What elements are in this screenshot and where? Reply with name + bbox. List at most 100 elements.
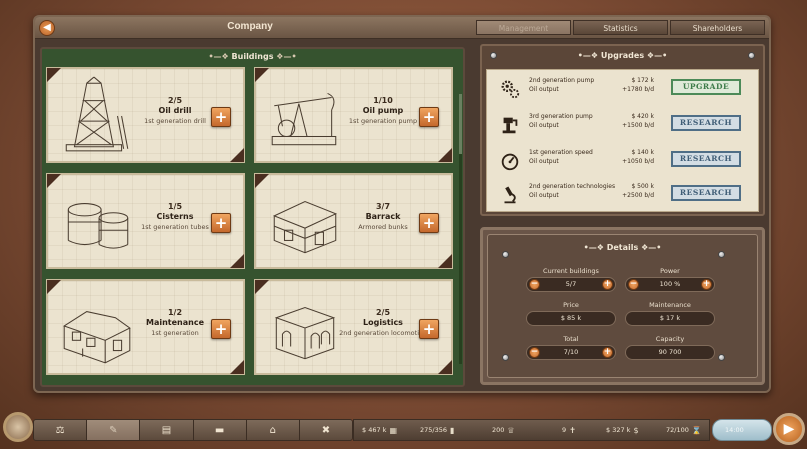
power-stepper: − 100 % + <box>625 277 715 292</box>
building-card-logistics[interactable]: 2/5 Logistics 2nd generation locomotive … <box>254 279 453 375</box>
building-card-maintenance[interactable]: 1/2 Maintenance 1st generation + <box>46 279 245 375</box>
back-button[interactable]: ◀ <box>39 20 55 36</box>
power-minus-button[interactable]: − <box>628 279 639 290</box>
research-button[interactable]: RESEARCH <box>671 185 741 201</box>
card-info: 1/2 Maintenance 1st generation <box>130 308 220 337</box>
total-value: 7/10 <box>563 348 579 356</box>
nav-bank[interactable]: ⌂ <box>247 420 300 440</box>
add-barrack-button[interactable]: + <box>419 213 439 233</box>
map-icon: ⚖ <box>55 424 65 436</box>
tab-management[interactable]: Management <box>476 20 571 35</box>
rivet-icon <box>502 354 509 361</box>
resource-bar: $ 467 k ▦ 275/356 ▮ 200 ♕ 9 ✝ $ 327 k $ … <box>353 419 710 441</box>
barrack-icon <box>272 200 338 254</box>
total-stepper: − 7/10 + <box>526 345 616 360</box>
barrels-stat: 275/356 ▮ <box>420 426 454 435</box>
power-label: Power <box>660 267 680 275</box>
card-subtitle: 1st generation drill <box>144 117 206 125</box>
maintenance-value: $ 17 k <box>659 314 681 322</box>
tab-statistics[interactable]: Statistics <box>573 20 668 35</box>
upgrade-cost: $ 500 k <box>631 183 654 190</box>
building-card-oil-drill[interactable]: 2/5 Oil drill 1st generation drill + <box>46 67 245 163</box>
upgrades-list: 2nd generation pump $ 172 k Oil output +17… <box>486 69 759 212</box>
buildings-title: Buildings <box>231 52 274 61</box>
ornament-right-icon: ❖—• <box>641 243 662 252</box>
upgrade-name: 2nd generation technologies <box>529 183 616 190</box>
details-panel: •—❖ Details ❖—• Current buildings − 5/7 … <box>480 227 765 385</box>
research-button[interactable]: RESEARCH <box>671 151 741 167</box>
total-minus-button[interactable]: − <box>529 347 540 358</box>
tab-shareholders[interactable]: Shareholders <box>670 20 765 35</box>
next-turn-button[interactable]: ▶ <box>773 413 805 445</box>
ornament-left-icon: •—❖ <box>577 51 601 60</box>
current-buildings-plus-button[interactable]: + <box>602 279 613 290</box>
upgrades-panel: •—❖ Upgrades ❖—• 2nd generation pump $ 17… <box>480 44 765 216</box>
card-name: Maintenance <box>145 318 204 327</box>
upgrade-text: 2nd generation technologies $ 500 k Oil o… <box>529 182 654 200</box>
capacity-value: 90 700 <box>658 348 682 356</box>
microscope-icon <box>504 186 516 204</box>
add-maintenance-button[interactable]: + <box>211 319 231 339</box>
nav-train[interactable]: ▬ <box>194 420 247 440</box>
buildings-scrollbar[interactable] <box>459 94 462 364</box>
research-button[interactable]: RESEARCH <box>671 115 741 131</box>
barrels-value: 275/356 <box>420 426 448 434</box>
gears-icon <box>501 80 520 99</box>
avatar[interactable] <box>3 412 33 442</box>
ornament-right-icon: ❖—• <box>276 52 297 61</box>
details-header: •—❖ Details ❖—• <box>488 243 757 252</box>
barrel-icon: ▮ <box>450 425 455 435</box>
building-card-cisterns[interactable]: 1/5 Cisterns 1st generation tubes + <box>46 173 245 269</box>
upgrade-text: 2nd generation pump $ 172 k Oil output +17… <box>529 76 654 94</box>
income-stat: $ 327 k $ <box>606 426 639 435</box>
building-card-oil-pump[interactable]: 1/10 Oil pump 1st generation pump + <box>254 67 453 163</box>
upgrade-button[interactable]: UPGRADE <box>671 79 741 95</box>
nav-map[interactable]: ⚖ <box>34 420 88 440</box>
total-label: Total <box>563 335 579 343</box>
building-card-barrack[interactable]: 3/7 Barrack Armored bunks + <box>254 173 453 269</box>
card-name: Oil pump <box>362 106 404 115</box>
capacity-label: Capacity <box>655 335 685 343</box>
bank-icon: ⌂ <box>269 424 276 436</box>
money-stat: $ 467 k ▦ <box>362 426 397 435</box>
rivet-icon <box>502 251 509 258</box>
card-subtitle: 1st generation pump <box>348 117 418 125</box>
ornament-right-icon: ❖—• <box>646 51 668 60</box>
card-count: 1/5 <box>167 202 183 211</box>
rivet-icon <box>748 52 755 59</box>
upgrade-name: 2nd generation pump <box>529 77 595 84</box>
scrollbar-thumb[interactable] <box>459 94 462 154</box>
card-name: Barrack <box>365 212 401 221</box>
add-oil-drill-button[interactable]: + <box>211 107 231 127</box>
card-corner-icon <box>438 360 452 374</box>
prestige-stat: 200 ♕ <box>492 426 515 435</box>
workers-stat: 9 ✝ <box>562 426 576 435</box>
add-oil-pump-button[interactable]: + <box>419 107 439 127</box>
nav-notes[interactable]: ✎ <box>87 420 141 440</box>
nav-tools[interactable]: ✖ <box>300 420 352 440</box>
current-buildings-stepper: − 5/7 + <box>526 277 616 292</box>
current-buildings-minus-button[interactable]: − <box>529 279 540 290</box>
capacity-field: 90 700 <box>625 345 715 360</box>
upgrade-metric: Oil output <box>529 192 559 199</box>
upgrade-metric: Oil output <box>529 158 559 165</box>
prestige-value: 200 <box>492 426 505 434</box>
total-plus-button[interactable]: + <box>602 347 613 358</box>
upgrades-title: Upgrades <box>600 51 645 60</box>
nav-charts[interactable]: ▤ <box>140 420 194 440</box>
time-stat: 72/100 ⌛ <box>666 426 702 435</box>
ornament-left-icon: •—❖ <box>208 52 229 61</box>
details-title: Details <box>606 243 639 252</box>
card-corner-icon <box>230 148 244 162</box>
dollar-icon: $ <box>633 425 639 435</box>
maintenance-house-icon <box>63 311 131 364</box>
upgrade-row: 3rd generation pump $ 420 k Oil output +15… <box>487 108 760 143</box>
upgrade-name: 3rd generation pump <box>529 113 593 120</box>
add-logistics-button[interactable]: + <box>419 319 439 339</box>
title-bar: ◀ Company Management Statistics Sharehol… <box>35 17 769 39</box>
pump-icon <box>502 117 518 134</box>
add-cisterns-button[interactable]: + <box>211 213 231 233</box>
card-count: 2/5 <box>375 308 391 317</box>
power-plus-button[interactable]: + <box>701 279 712 290</box>
price-value: $ 85 k <box>560 314 582 322</box>
